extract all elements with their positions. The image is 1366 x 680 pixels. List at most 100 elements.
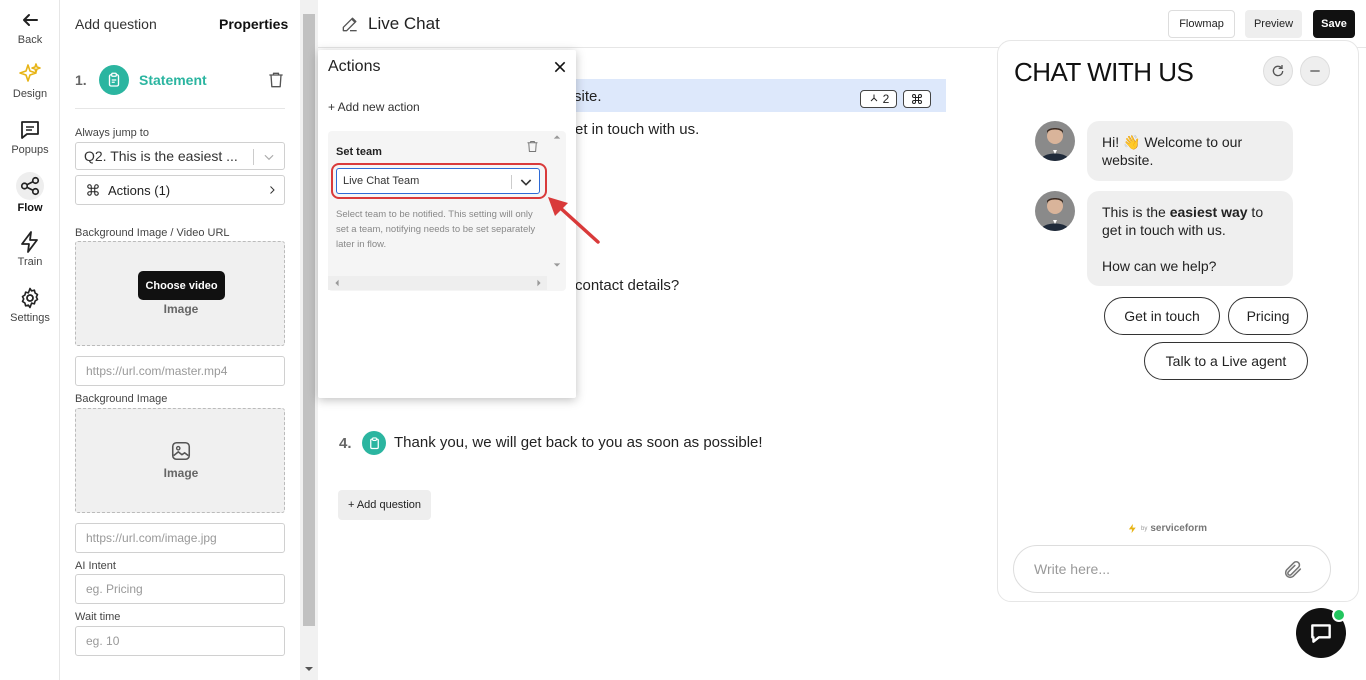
trash-icon[interactable] <box>266 70 286 95</box>
annotation-arrow-icon <box>548 197 600 244</box>
action-card: Set team Live Chat Team Select team to b… <box>328 131 566 291</box>
flow-title[interactable]: Live Chat <box>368 14 440 34</box>
bubble2-line2: How can we help? <box>1102 258 1217 274</box>
tab-add-question[interactable]: Add question <box>75 16 157 32</box>
actions-popup: Actions + Add new action Set team Live C… <box>318 50 576 398</box>
always-jump-select[interactable]: Q2. This is the easiest ... <box>75 142 285 170</box>
powered-by-text: by <box>1141 525 1148 532</box>
image-url-input[interactable]: https://url.com/image.jpg <box>75 523 285 553</box>
chip-live-agent[interactable]: Talk to a Live agent <box>1144 342 1308 380</box>
scrollbar-thumb[interactable] <box>303 14 315 626</box>
chat-bubble-welcome: Hi! 👋 Welcome to our website. <box>1087 121 1293 181</box>
properties-scrollbar[interactable] <box>300 0 318 680</box>
agent-avatar-2 <box>1035 191 1075 231</box>
rail-label-design: Design <box>12 88 48 100</box>
chip-get-in-touch[interactable]: Get in touch <box>1104 297 1220 335</box>
tab-properties[interactable]: Properties <box>219 16 288 32</box>
brand-name: serviceform <box>1150 523 1208 534</box>
paperclip-icon[interactable] <box>1282 559 1304 581</box>
scroll-down-icon[interactable] <box>304 664 314 674</box>
add-new-action-link[interactable]: + Add new action <box>328 100 420 114</box>
chip-pricing[interactable]: Pricing <box>1228 297 1308 335</box>
image-dropzone[interactable]: Image <box>75 408 285 513</box>
refresh-icon <box>1272 65 1284 77</box>
minus-icon <box>1310 70 1320 72</box>
command-badge[interactable] <box>903 90 931 108</box>
close-icon[interactable] <box>552 59 568 75</box>
rail-item-popups[interactable]: Popups <box>0 118 60 156</box>
lightning-icon-brand <box>1128 523 1136 534</box>
left-rail: Back Design Popups Flow Train Settings <box>0 0 60 680</box>
chevron-down-icon <box>264 154 274 161</box>
refresh-button[interactable] <box>1263 56 1293 86</box>
sparkles-icon <box>19 63 41 82</box>
branch-badge[interactable]: 2 <box>860 90 897 108</box>
rail-item-flow[interactable]: Flow <box>0 172 60 214</box>
branch-count: 2 <box>882 92 890 106</box>
image-text: Image <box>163 302 199 316</box>
annotation-highlight <box>331 163 547 199</box>
question-1-text: site. <box>574 88 602 105</box>
powered-by[interactable]: by serviceform <box>1127 523 1207 534</box>
chevron-right-icon <box>270 186 275 194</box>
add-question-button[interactable]: + Add question <box>338 490 431 520</box>
preview-button[interactable]: Preview <box>1245 10 1302 38</box>
back-label: Back <box>17 34 43 46</box>
video-dropzone[interactable]: Choose video Image <box>75 241 285 346</box>
online-indicator <box>1332 608 1346 622</box>
rail-item-settings[interactable]: Settings <box>0 286 60 324</box>
question-2-text[interactable]: et in touch with us. <box>575 121 699 138</box>
actions-title: Actions <box>328 58 381 75</box>
scroll-up-icon[interactable] <box>553 133 561 141</box>
question-4-text[interactable]: Thank you, we will get back to you as so… <box>394 434 763 451</box>
image-text-2: Image <box>163 466 199 480</box>
chat-widget: CHAT WITH US Hi! 👋 Welcome to our websit… <box>997 40 1359 602</box>
rail-label-popups: Popups <box>11 144 49 156</box>
minimize-button[interactable] <box>1300 56 1330 86</box>
rail-label-flow: Flow <box>17 202 43 214</box>
ai-intent-input[interactable]: eg. Pricing <box>75 574 285 604</box>
lightning-icon <box>21 231 38 253</box>
action-card-title: Set team <box>336 146 382 158</box>
chat-input[interactable]: Write here... <box>1013 545 1331 593</box>
trash-icon-action[interactable] <box>525 139 540 154</box>
scroll-right-icon[interactable] <box>535 279 543 287</box>
chat-launcher-button[interactable] <box>1296 608 1346 658</box>
flowmap-button[interactable]: Flowmap <box>1168 10 1235 38</box>
video-url-input[interactable]: https://url.com/master.mp4 <box>75 356 285 386</box>
scroll-down-icon-card[interactable] <box>553 261 561 269</box>
image-icon <box>171 441 191 461</box>
question-number: 1. <box>75 72 87 88</box>
pencil-icon[interactable] <box>340 14 360 34</box>
command-icon-small <box>912 94 922 104</box>
rail-label-train: Train <box>17 256 43 268</box>
choose-video-button[interactable]: Choose video <box>138 271 225 300</box>
wait-time-input[interactable]: eg. 10 <box>75 626 285 656</box>
message-square-icon <box>21 121 39 139</box>
always-jump-label: Always jump to <box>75 127 149 139</box>
question-3-text[interactable]: contact details? <box>575 277 679 294</box>
save-button[interactable]: Save <box>1313 10 1355 38</box>
rail-item-train[interactable]: Train <box>0 230 60 268</box>
wait-time-label: Wait time <box>75 611 121 623</box>
wait-time-placeholder: eg. 10 <box>86 634 120 648</box>
actions-button-label: Actions (1) <box>108 182 171 198</box>
rail-label-settings: Settings <box>10 312 50 324</box>
arrow-left-icon <box>23 14 38 26</box>
scroll-left-icon[interactable] <box>333 279 341 287</box>
actions-button[interactable]: Actions (1) <box>75 175 285 205</box>
image-url-placeholder: https://url.com/image.jpg <box>86 531 217 545</box>
question-type-label: Statement <box>139 72 207 88</box>
rail-item-design[interactable]: Design <box>0 62 60 100</box>
chat-bubble-help: This is the easiest way to get in touch … <box>1087 191 1293 286</box>
video-url-placeholder: https://url.com/master.mp4 <box>86 364 228 378</box>
team-help-text: Select team to be notified. This setting… <box>336 209 536 250</box>
horizontal-scrollbar[interactable] <box>328 276 547 290</box>
chat-input-placeholder: Write here... <box>1034 561 1110 577</box>
back-button[interactable]: Back <box>0 8 60 46</box>
question-4-number: 4. <box>339 435 352 452</box>
chat-bubble-icon <box>1311 624 1331 643</box>
clipboard-icon <box>99 65 129 95</box>
bg-media-label: Background Image / Video URL <box>75 227 230 239</box>
question-row-highlight[interactable]: site. 2 <box>560 79 946 112</box>
